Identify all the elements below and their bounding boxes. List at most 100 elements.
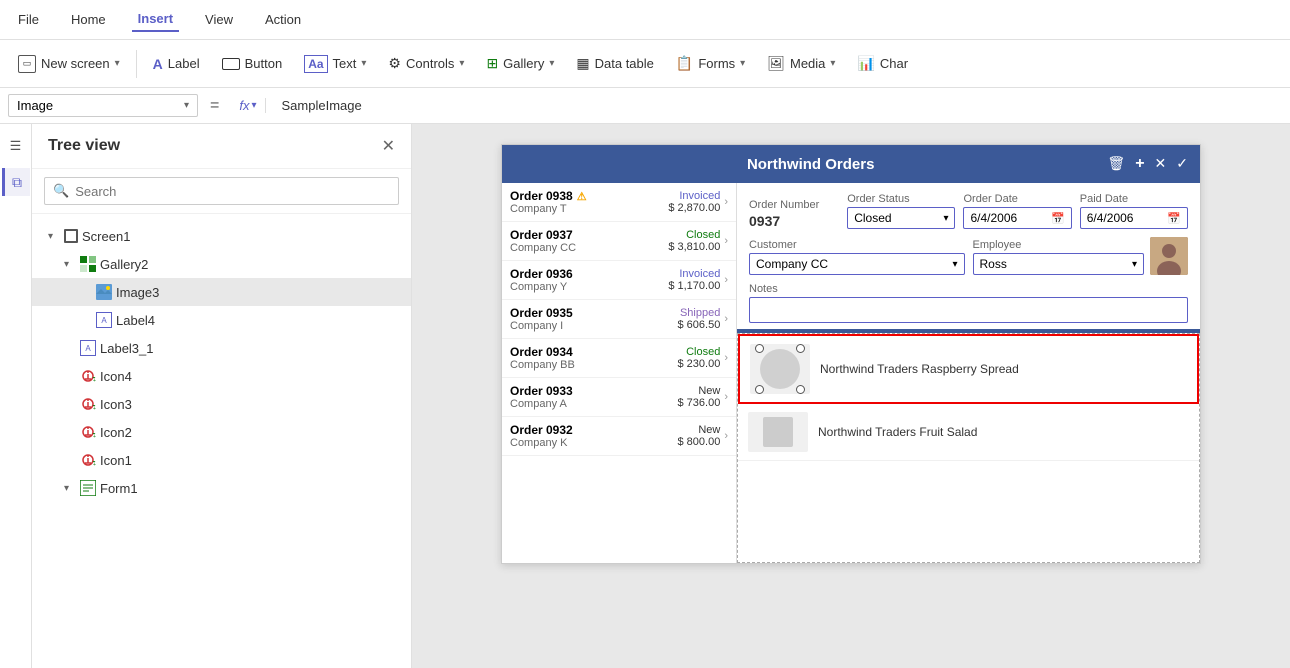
employee-label: Employee xyxy=(973,239,1145,251)
order-status-select[interactable]: Closed ▾ xyxy=(847,207,955,229)
icon2-label: Icon2 xyxy=(100,425,132,440)
order-row-0933[interactable]: Order 0933 Company A New $ 736.00 › xyxy=(502,378,736,417)
menu-insert[interactable]: Insert xyxy=(132,7,179,32)
customer-select[interactable]: Company CC ▾ xyxy=(749,253,965,275)
forms-button[interactable]: 📋 Forms ▾ xyxy=(666,51,755,76)
menu-home[interactable]: Home xyxy=(65,8,112,31)
gallery-label: Gallery xyxy=(503,56,544,71)
gallery2-icon xyxy=(80,256,96,272)
form1-icon xyxy=(80,480,96,496)
sidebar-layers-icon[interactable]: ⧉ xyxy=(2,168,30,196)
media-button[interactable]: 🖼 Media ▾ xyxy=(757,51,845,76)
text-label: Text xyxy=(333,56,357,71)
controls-button[interactable]: ⚙ Controls ▾ xyxy=(378,51,474,76)
formula-input[interactable] xyxy=(274,96,1283,115)
employee-select[interactable]: Ross ▾ xyxy=(973,253,1145,275)
order-0934-info: Order 0934 Company BB xyxy=(510,345,678,371)
gallery-item-2[interactable]: Northwind Traders Fruit Salad xyxy=(738,404,1199,461)
tree-item-label4[interactable]: A Label4 xyxy=(32,306,411,334)
fx-chevron: ▾ xyxy=(251,100,256,111)
label4-icon: A xyxy=(96,312,112,328)
screen1-icon xyxy=(64,229,78,243)
paid-date-calendar-icon: 📅 xyxy=(1167,212,1181,225)
formula-select-value: Image xyxy=(17,98,53,113)
sidebar-menu-icon[interactable]: ☰ xyxy=(2,132,30,160)
tree-item-icon4[interactable]: + Icon4 xyxy=(32,362,411,390)
text-button[interactable]: Aa Text ▾ xyxy=(294,51,376,77)
selected-image-container xyxy=(750,344,810,394)
order-row-0935[interactable]: Order 0935 Company I Shipped $ 606.50 › xyxy=(502,300,736,339)
gallery-item-selected[interactable]: Northwind Traders Raspberry Spread xyxy=(738,334,1199,404)
paid-date-input[interactable]: 6/4/2006 📅 xyxy=(1080,207,1188,229)
order-0938-chevron: › xyxy=(724,196,728,208)
chart-button[interactable]: 📊 Char xyxy=(847,51,918,76)
tree-item-screen1[interactable]: ▾ Screen1 xyxy=(32,222,411,250)
order-date-label: Order Date xyxy=(963,193,1071,205)
canvas-area: Northwind Orders 🗑 + ✕ ✓ xyxy=(412,124,1290,668)
tree-close-button[interactable]: ✕ xyxy=(382,136,395,156)
formula-select[interactable]: Image ▾ xyxy=(8,94,198,117)
gallery-item-1-name: Northwind Traders Raspberry Spread xyxy=(810,362,1019,376)
close-icon[interactable]: ✕ xyxy=(1155,155,1167,173)
button-button[interactable]: Button xyxy=(212,52,293,75)
order-0933-right: New $ 736.00 xyxy=(678,385,721,409)
sidebar-icon-strip: ☰ ⧉ xyxy=(0,124,32,668)
order-row-0934[interactable]: Order 0934 Company BB Closed $ 230.00 › xyxy=(502,339,736,378)
orders-list: Order 0938 ⚠ Company T Invoiced $ 2,870.… xyxy=(502,183,737,563)
order-0935-info: Order 0935 Company I xyxy=(510,306,678,332)
handle-tr[interactable] xyxy=(796,344,805,353)
order-row-0938[interactable]: Order 0938 ⚠ Company T Invoiced $ 2,870.… xyxy=(502,183,736,222)
northwind-body: Order 0938 ⚠ Company T Invoiced $ 2,870.… xyxy=(502,183,1200,563)
tree-search-container: 🔍 xyxy=(32,169,411,214)
order-0932-chevron: › xyxy=(724,430,728,442)
order-0933-company: Company A xyxy=(510,398,678,410)
media-chevron: ▾ xyxy=(830,58,835,69)
tree-panel: Tree view ✕ 🔍 ▾ Screen1 ▾ Gallery2 xyxy=(32,124,412,668)
order-0932-company: Company K xyxy=(510,437,678,449)
menu-view[interactable]: View xyxy=(199,8,239,31)
media-icon: 🖼 xyxy=(767,55,785,72)
order-date-input[interactable]: 6/4/2006 📅 xyxy=(963,207,1071,229)
notes-input[interactable] xyxy=(749,297,1188,323)
order-0935-status: Shipped xyxy=(678,307,721,319)
order-0938-company: Company T xyxy=(510,203,668,215)
tree-item-form1[interactable]: ▾ Form1 xyxy=(32,474,411,502)
tree-item-icon2[interactable]: + Icon2 xyxy=(32,418,411,446)
menu-file[interactable]: File xyxy=(12,8,45,31)
handle-bl[interactable] xyxy=(755,385,764,394)
employee-chevron: ▾ xyxy=(1132,259,1137,270)
data-table-button[interactable]: ▦ Data table xyxy=(566,51,664,76)
handle-br[interactable] xyxy=(796,385,805,394)
tree-item-image3[interactable]: Image3 xyxy=(32,278,411,306)
tree-item-icon3[interactable]: + Icon3 xyxy=(32,390,411,418)
order-0935-chevron: › xyxy=(724,313,728,325)
label-button[interactable]: A Label xyxy=(143,52,210,76)
order-row-0937[interactable]: Order 0937 Company CC Closed $ 3,810.00 … xyxy=(502,222,736,261)
label3-1-label: Label3_1 xyxy=(100,341,154,356)
main-layout: ☰ ⧉ Tree view ✕ 🔍 ▾ Screen1 ▾ xyxy=(0,124,1290,668)
order-0934-num: Order 0934 xyxy=(510,345,678,359)
northwind-header-icons: 🗑 + ✕ ✓ xyxy=(1107,155,1188,173)
formula-fx-section[interactable]: fx ▾ xyxy=(231,98,265,113)
form-row-2: Customer Company CC ▾ Employee xyxy=(749,237,1188,275)
tree-search-input[interactable] xyxy=(75,184,390,199)
handle-tl[interactable] xyxy=(755,344,764,353)
svg-text:+: + xyxy=(93,378,96,384)
form1-chevron-down: ▾ xyxy=(64,483,76,494)
order-0936-num: Order 0936 xyxy=(510,267,668,281)
data-table-label: Data table xyxy=(595,56,654,71)
order-row-0936[interactable]: Order 0936 Company Y Invoiced $ 1,170.00… xyxy=(502,261,736,300)
check-icon[interactable]: ✓ xyxy=(1176,155,1188,173)
trash-icon[interactable]: 🗑 xyxy=(1107,155,1125,173)
tree-item-gallery2[interactable]: ▾ Gallery2 xyxy=(32,250,411,278)
menu-action[interactable]: Action xyxy=(259,8,307,31)
order-0936-status: Invoiced xyxy=(668,268,720,280)
toolbar: ▭ New screen ▾ A Label Button Aa Text ▾ … xyxy=(0,40,1290,88)
order-0937-chevron: › xyxy=(724,235,728,247)
plus-icon[interactable]: + xyxy=(1135,155,1144,173)
new-screen-button[interactable]: ▭ New screen ▾ xyxy=(8,51,130,77)
order-row-0932[interactable]: Order 0932 Company K New $ 800.00 › xyxy=(502,417,736,456)
gallery-button[interactable]: ⊞ Gallery ▾ xyxy=(476,51,564,76)
tree-item-icon1[interactable]: + Icon1 xyxy=(32,446,411,474)
tree-item-label3-1[interactable]: A Label3_1 xyxy=(32,334,411,362)
